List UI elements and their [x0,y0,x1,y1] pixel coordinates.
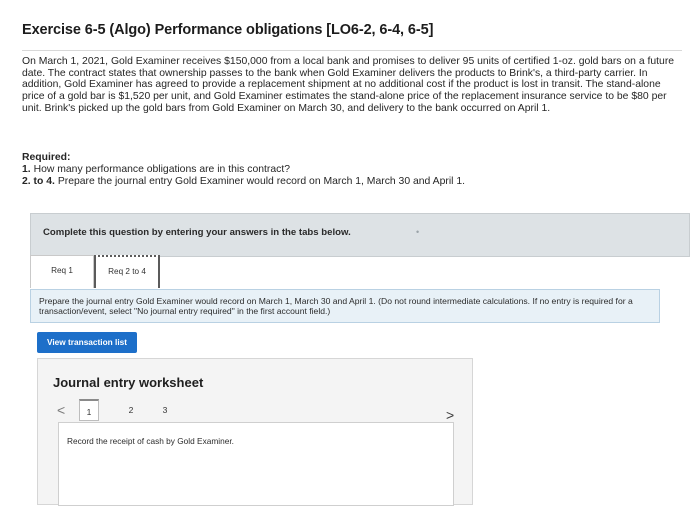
tab-req-2-to-4[interactable]: Req 2 to 4 [94,255,160,288]
problem-paragraph: On March 1, 2021, Gold Examiner receives… [22,56,675,114]
required-item: 2. to 4. Prepare the journal entry Gold … [22,176,682,188]
required-section: Required: 1. How many performance obliga… [22,152,682,188]
tab-req-1[interactable]: Req 1 [30,255,94,288]
required-item-text: How many performance obligations are in … [33,164,290,175]
worksheet-entry-panel: Record the receipt of cash by Gold Exami… [58,422,454,506]
banner-dot-icon: • [416,227,420,237]
required-item-text: Prepare the journal entry Gold Examiner … [57,176,465,187]
banner-text: Complete this question by entering your … [43,227,351,238]
journal-entry-worksheet: Journal entry worksheet < 1 2 3 > Record… [37,358,473,506]
view-transaction-list-button[interactable]: View transaction list [37,332,137,353]
tab-instructions: Prepare the journal entry Gold Examiner … [30,289,660,323]
worksheet-title: Journal entry worksheet [53,375,204,390]
required-item: 1. How many performance obligations are … [22,164,682,176]
title-divider [22,50,682,51]
instructions-text: Prepare the journal entry Gold Examiner … [39,296,633,317]
requirement-tabs: Req 1 Req 2 to 4 [30,255,164,289]
problem-statement: On March 1, 2021, Gold Examiner receives… [22,56,682,115]
prev-arrow-icon[interactable]: < [57,402,65,418]
worksheet-page-3[interactable]: 3 [155,399,175,421]
required-item-number: 1. [22,164,31,175]
record-instruction: Record the receipt of cash by Gold Exami… [67,436,234,446]
worksheet-page-1[interactable]: 1 [79,399,99,421]
next-arrow-icon[interactable]: > [446,407,454,423]
required-item-number: 2. to 4. [22,176,55,187]
instructions-banner: Complete this question by entering your … [30,213,690,257]
exercise-page: Exercise 6-5 (Algo) Performance obligati… [0,0,700,506]
page-title: Exercise 6-5 (Algo) Performance obligati… [22,22,434,38]
required-heading: Required: [22,152,71,163]
worksheet-page-2[interactable]: 2 [121,399,141,421]
